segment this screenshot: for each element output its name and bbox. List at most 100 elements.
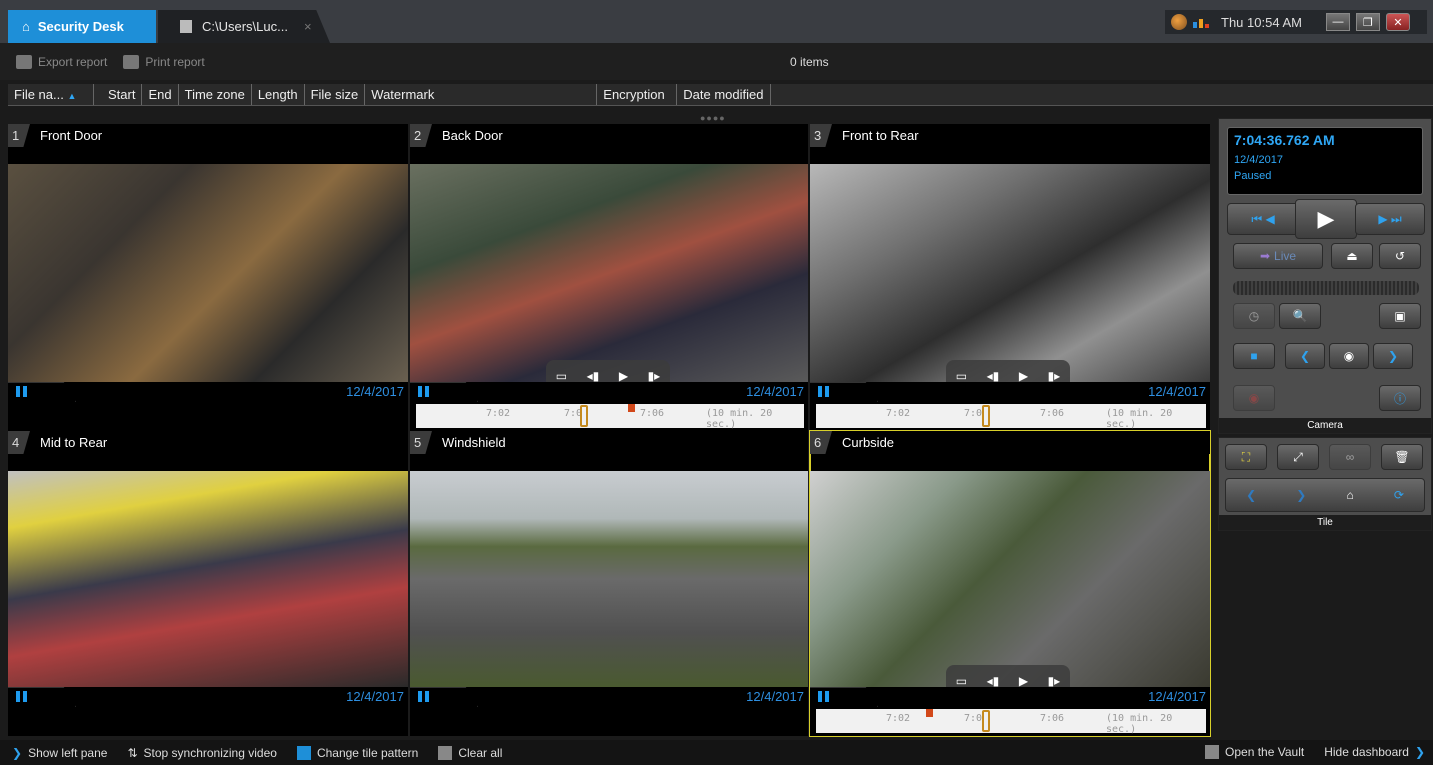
eject-button[interactable]: ⏏: [1331, 243, 1373, 269]
bookmark-marker[interactable]: [628, 404, 635, 412]
open-vault-button[interactable]: Open the Vault: [1205, 745, 1304, 759]
column-file-size[interactable]: File size: [305, 84, 366, 105]
video-feed[interactable]: [8, 471, 408, 687]
tile-footer: 12/4/2017: [410, 687, 808, 736]
film-icon[interactable]: ▭: [956, 369, 967, 383]
export-report-button[interactable]: Export report: [16, 54, 108, 69]
pause-icon[interactable]: [418, 386, 430, 397]
trash-icon[interactable]: 🗑: [1381, 444, 1423, 470]
next-icon[interactable]: ❯: [1373, 343, 1413, 369]
pause-icon[interactable]: [16, 386, 28, 397]
binoculars-icon[interactable]: ∞: [1329, 444, 1371, 470]
tab-security-desk[interactable]: ⌂ Security Desk: [8, 10, 156, 43]
playback-time: 7:04:36.762 AM: [1234, 132, 1335, 148]
fullscreen-icon[interactable]: ⛶: [1225, 444, 1267, 470]
close-tab-icon[interactable]: ×: [304, 19, 312, 34]
timeline-cursor[interactable]: [982, 405, 990, 427]
pause-icon[interactable]: [16, 691, 28, 702]
play-icon[interactable]: ▶: [1019, 674, 1028, 688]
column-end[interactable]: End: [142, 84, 179, 105]
export-report-label: Export report: [38, 54, 108, 69]
timeline[interactable]: 7:02 7:0 7:06 (10 min. 20 sec.): [416, 404, 804, 430]
step-back-icon[interactable]: ◂▮: [587, 369, 600, 383]
video-feed[interactable]: [410, 471, 808, 687]
timeline[interactable]: 7:02 7:0 7:06 (10 min. 20 sec.): [816, 404, 1206, 430]
video-tile-6[interactable]: 6 Curbside ▭ ◂▮ ▶ ▮▸ 12/4/2017 7:02 7:0 …: [809, 430, 1211, 737]
video-tile-3[interactable]: 3 Front to Rear ▭ ◂▮ ▶ ▮▸ 12/4/2017 7:02…: [810, 124, 1210, 431]
video-tile-5[interactable]: 5 Windshield 12/4/2017: [410, 431, 808, 736]
column-length[interactable]: Length: [252, 84, 305, 105]
column-time-zone[interactable]: Time zone: [179, 84, 252, 105]
tab-file[interactable]: C:\Users\Luc... ×: [158, 10, 330, 43]
tile-number: 5: [410, 431, 432, 454]
video-feed[interactable]: [810, 471, 1210, 687]
live-button[interactable]: ➡ Live: [1233, 243, 1323, 269]
zoom-icon[interactable]: 🔍: [1279, 303, 1321, 329]
home-icon: ⌂: [22, 19, 30, 34]
video-tile-1[interactable]: 1 Front Door 12/4/2017: [8, 124, 408, 431]
signal-bars-icon[interactable]: [1193, 16, 1209, 28]
refresh-icon[interactable]: ⟳: [1394, 488, 1404, 502]
restore-button[interactable]: ❐: [1355, 13, 1380, 31]
column-date-modified[interactable]: Date modified: [677, 84, 771, 105]
info-icon[interactable]: ⓘ: [1379, 385, 1421, 411]
forward-icon[interactable]: ❯: [1296, 488, 1306, 502]
rewind-button[interactable]: ⏮ ◀: [1227, 203, 1299, 235]
column-start[interactable]: Start: [102, 84, 143, 105]
clock-icon[interactable]: ◷: [1233, 303, 1275, 329]
timeline-cursor[interactable]: [982, 710, 990, 732]
clear-all-button[interactable]: Clear all: [438, 745, 502, 760]
video-feed[interactable]: [810, 164, 1210, 382]
play-icon[interactable]: ▶: [619, 369, 628, 383]
microphone-icon[interactable]: ◉: [1233, 385, 1275, 411]
column-file-name[interactable]: File na... ▲: [8, 84, 94, 105]
sort-ascending-icon: ▲: [67, 91, 77, 101]
tile-date: 12/4/2017: [346, 384, 404, 399]
video-tile-4[interactable]: 4 Mid to Rear 12/4/2017: [8, 431, 408, 736]
save-icon[interactable]: ▣: [1379, 303, 1421, 329]
close-window-button[interactable]: ✕: [1385, 13, 1410, 31]
camera-ptz-icon[interactable]: ◉: [1329, 343, 1369, 369]
play-button[interactable]: ▶: [1295, 199, 1357, 239]
pane-splitter[interactable]: ●●●●: [700, 113, 726, 123]
loop-button[interactable]: ↺: [1379, 243, 1421, 269]
film-icon[interactable]: ▭: [956, 674, 967, 688]
step-forward-icon[interactable]: ▮▸: [648, 369, 661, 383]
globe-icon[interactable]: [1171, 14, 1187, 30]
hide-dashboard-button[interactable]: Hide dashboard ❯: [1324, 745, 1425, 759]
back-icon[interactable]: ❮: [1246, 488, 1256, 502]
pause-icon[interactable]: [818, 691, 830, 702]
bookmark-marker[interactable]: [926, 709, 933, 717]
tile-number: 1: [8, 124, 30, 147]
video-feed[interactable]: [410, 164, 808, 382]
pause-icon[interactable]: [818, 386, 830, 397]
column-watermark[interactable]: Watermark: [365, 84, 598, 105]
show-left-pane-button[interactable]: ❯ Show left pane: [12, 746, 107, 760]
printer-icon: [123, 54, 140, 69]
video-tile-2[interactable]: 2 Back Door ▭ ◂▮ ▶ ▮▸ 12/4/2017 7:02 7:0…: [410, 124, 808, 431]
step-forward-icon[interactable]: ▮▸: [1048, 369, 1061, 383]
pause-icon[interactable]: [418, 691, 430, 702]
minimize-button[interactable]: —: [1325, 13, 1350, 31]
step-back-icon[interactable]: ◂▮: [987, 674, 1000, 688]
timeline-cursor[interactable]: [580, 405, 588, 427]
home-icon[interactable]: ⌂: [1346, 488, 1353, 502]
play-icon[interactable]: ▶: [1019, 369, 1028, 383]
snapshot-icon[interactable]: ■: [1233, 343, 1275, 369]
video-feed[interactable]: [8, 164, 408, 382]
expand-icon[interactable]: ⤢: [1277, 444, 1319, 470]
fast-forward-button[interactable]: ▶ ⏭: [1355, 203, 1425, 235]
seek-bar[interactable]: [1233, 281, 1419, 295]
film-icon[interactable]: ▭: [556, 369, 567, 383]
clear-icon: [438, 745, 453, 760]
timeline[interactable]: 7:02 7:0 7:06 (10 min. 20 sec.): [816, 709, 1206, 735]
print-report-button[interactable]: Print report: [123, 54, 205, 69]
tray-clock: Thu 10:54 AM: [1221, 14, 1302, 30]
column-encryption[interactable]: Encryption: [597, 84, 678, 105]
previous-icon[interactable]: ❮: [1285, 343, 1325, 369]
tile-header: 6 Curbside: [810, 431, 1210, 454]
step-forward-icon[interactable]: ▮▸: [1048, 674, 1061, 688]
stop-sync-button[interactable]: ⇅ Stop synchronizing video: [127, 746, 276, 760]
change-tile-pattern-button[interactable]: Change tile pattern: [296, 745, 418, 760]
step-back-icon[interactable]: ◂▮: [987, 369, 1000, 383]
